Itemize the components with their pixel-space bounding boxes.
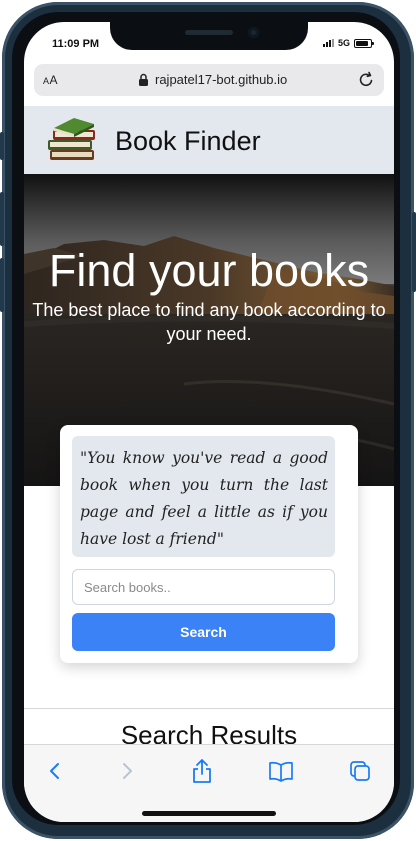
url-text: rajpatel17-bot.github.io — [155, 72, 288, 87]
side-button-mute — [0, 132, 4, 160]
book-stack-icon[interactable] — [44, 112, 100, 168]
search-input[interactable] — [72, 569, 335, 605]
home-indicator — [142, 811, 276, 816]
search-button[interactable]: Search — [72, 613, 335, 651]
status-time: 11:09 PM — [52, 38, 100, 50]
tabs-icon[interactable] — [346, 757, 374, 785]
section-divider — [24, 708, 394, 709]
side-button-volume-up — [0, 192, 4, 246]
speaker-grille — [185, 30, 233, 35]
bookmarks-icon[interactable] — [267, 757, 295, 785]
side-button-volume-down — [0, 258, 4, 312]
site-title[interactable]: Book Finder — [115, 126, 261, 157]
browser-toolbar — [24, 744, 394, 822]
back-icon[interactable] — [41, 757, 69, 785]
notch — [110, 22, 308, 50]
quote-text: "You know you've read a good book when y… — [72, 436, 335, 557]
front-camera — [248, 27, 259, 38]
url-display[interactable]: rajpatel17-bot.github.io — [138, 72, 287, 87]
hero-subtitle: The best place to find any book accordin… — [32, 300, 386, 344]
signal-icon — [322, 39, 334, 47]
reload-icon[interactable] — [356, 70, 376, 90]
web-content: Book Finder Find your books The best pla… — [24, 106, 394, 744]
search-results-heading: Search Results — [120, 720, 298, 744]
address-bar[interactable]: AA rajpatel17-bot.github.io — [34, 64, 384, 96]
search-card: "You know you've read a good book when y… — [60, 425, 358, 663]
forward-icon[interactable] — [113, 757, 141, 785]
lock-icon — [139, 73, 148, 86]
site-header: Book Finder — [24, 106, 394, 174]
status-indicators: 5G — [322, 38, 374, 48]
network-label: 5G — [337, 38, 350, 48]
text-size-button[interactable]: AA — [43, 73, 58, 87]
phone-screen: 11:09 PM 5G AA rajpatel17-bot.github.io — [24, 22, 394, 822]
side-button-power — [412, 212, 416, 292]
hero-title: Find your books — [48, 245, 370, 296]
battery-icon — [354, 38, 374, 48]
battery-level — [356, 40, 368, 46]
share-icon[interactable] — [188, 757, 216, 785]
